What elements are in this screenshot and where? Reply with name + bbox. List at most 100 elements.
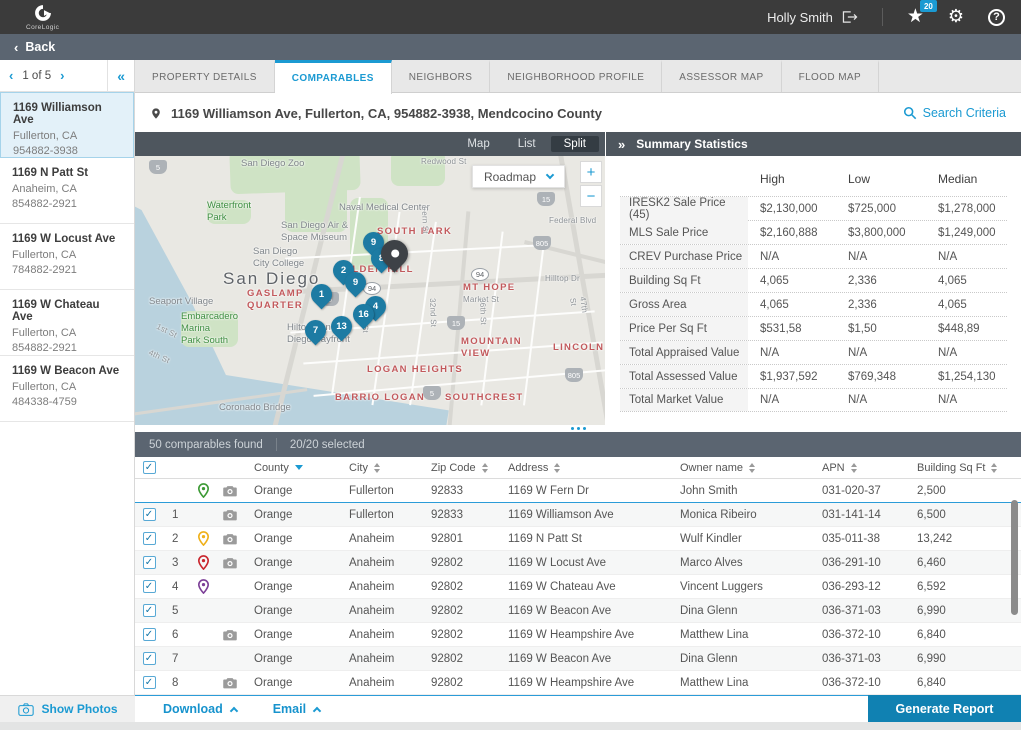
table-row[interactable]: ✓ 5 Orange Anaheim 92802 1169 W Beacon A… [135, 599, 1021, 623]
column-header-zip[interactable]: Zip Code [421, 462, 498, 474]
select-all-checkbox[interactable]: ✓ [143, 461, 156, 474]
table-row[interactable]: ✓ 6 Orange Anaheim 92802 1169 W Heampshi… [135, 623, 1021, 647]
tab[interactable]: NEIGHBORS [392, 60, 491, 92]
column-header-apn[interactable]: APN [812, 462, 907, 474]
summary-row: Total Appraised Value N/A N/A N/A [620, 340, 1007, 364]
row-checkbox[interactable]: ✓ [143, 604, 156, 617]
zoom-out-button[interactable]: − [580, 185, 602, 207]
settings-gear-icon[interactable]: ⚙ [948, 8, 964, 26]
search-criteria-link[interactable]: Search Criteria [903, 106, 1006, 120]
map-pin[interactable]: 7 [301, 316, 331, 346]
table-row[interactable]: ✓ 2 Orange Anaheim 92801 1169 N Patt St … [135, 527, 1021, 551]
map-label: BARRIO LOGAN [335, 392, 425, 404]
column-header-city[interactable]: City [339, 462, 421, 474]
table-row[interactable]: ✓ 3 Orange Anaheim 92802 1169 W Locust A… [135, 551, 1021, 575]
property-list-item[interactable]: 1169 W Chateau Ave Fullerton, CA 854882-… [0, 290, 134, 356]
summary-title: Summary Statistics [636, 137, 747, 151]
row-checkbox[interactable]: ✓ [143, 628, 156, 641]
row-checkbox[interactable]: ✓ [143, 652, 156, 665]
view-toggle-option[interactable]: Map [454, 136, 502, 152]
view-toggle-option[interactable]: Split [551, 136, 599, 152]
view-toggle-option[interactable]: List [505, 136, 549, 152]
property-list-item[interactable]: 1169 W Beacon Ave Fullerton, CA 484338-4… [0, 356, 134, 422]
map-label: 47th St [567, 296, 589, 317]
camera-icon[interactable] [223, 509, 237, 521]
table-row[interactable]: ✓ Orange Fullerton 92833 1169 W Fern Dr … [135, 479, 1021, 503]
cell-county: Orange [244, 557, 339, 569]
tab[interactable]: FLOOD MAP [782, 60, 880, 92]
camera-icon[interactable] [223, 677, 237, 689]
map-label: Waterfront Park [207, 200, 251, 224]
cell-sqft: 6,592 [907, 581, 1021, 593]
property-city: Fullerton, CA [12, 248, 122, 263]
property-zip: 484338-4759 [12, 395, 122, 410]
help-icon[interactable]: ? [988, 9, 1005, 26]
tab[interactable]: NEIGHBORHOOD PROFILE [490, 60, 662, 92]
table-row[interactable]: ✓ 7 Orange Anaheim 92802 1169 W Beacon A… [135, 647, 1021, 671]
row-checkbox[interactable]: ✓ [143, 556, 156, 569]
map-pin[interactable]: 13 [327, 312, 357, 342]
map-pin[interactable]: 9 [341, 268, 371, 298]
column-header-address[interactable]: Address [498, 462, 670, 474]
property-address: 1169 N Patt St [12, 167, 122, 179]
email-button[interactable]: Email [273, 702, 320, 716]
selected-count: 20/20 selected [290, 439, 365, 451]
favorites-button[interactable]: ★ 20 [907, 7, 924, 27]
column-header-county[interactable]: County [244, 462, 339, 474]
camera-icon[interactable] [223, 533, 237, 545]
user-menu[interactable]: Holly Smith [767, 10, 858, 25]
column-header-sqft[interactable]: Building Sq Ft [907, 462, 1021, 474]
column-header-owner[interactable]: Owner name [670, 462, 812, 474]
map-panel: Map List Split [135, 132, 605, 425]
tab[interactable]: ASSESSOR MAP [662, 60, 781, 92]
back-button[interactable]: ‹ Back [14, 40, 55, 54]
row-checkbox[interactable]: ✓ [143, 508, 156, 521]
stat-low: $725,000 [848, 197, 938, 221]
generate-report-button[interactable]: Generate Report [868, 695, 1021, 722]
cell-sqft: 6,990 [907, 605, 1021, 617]
cell-city: Anaheim [339, 677, 421, 689]
stat-median: 4,065 [938, 293, 1007, 316]
property-list-item[interactable]: 1169 W Locust Ave Fullerton, CA 784882-2… [0, 224, 134, 290]
row-checkbox[interactable]: ✓ [143, 532, 156, 545]
table-row[interactable]: ✓ 4 Orange Anaheim 92802 1169 W Chateau … [135, 575, 1021, 599]
table-row[interactable]: ✓ 8 Orange Anaheim 92802 1169 W Heampshi… [135, 671, 1021, 695]
camera-icon[interactable] [223, 557, 237, 569]
collapse-sidebar-button[interactable]: « [107, 60, 134, 91]
camera-icon[interactable] [223, 629, 237, 641]
map-canvas[interactable]: San Diego Zoo Redwood St Waterfront Park… [135, 156, 605, 425]
stat-median: N/A [938, 341, 1007, 364]
results-table-header: ✓ County City Zip Code Address Owner nam… [135, 457, 1021, 479]
tab[interactable]: PROPERTY DETAILS [135, 60, 275, 92]
zoom-in-button[interactable]: + [580, 161, 602, 183]
map-label: Redwood St [421, 157, 467, 167]
sidebar-pagination: ‹ 1 of 5 › « [0, 60, 134, 92]
scrollbar-thumb[interactable] [1011, 500, 1018, 615]
property-list-item[interactable]: 1169 N Patt St Anaheim, CA 854882-2921 [0, 158, 134, 224]
map-label: Fern St [419, 206, 430, 234]
map-pin[interactable]: 1 [307, 280, 337, 310]
tab[interactable]: COMPARABLES [275, 60, 392, 94]
logout-icon[interactable] [842, 10, 858, 24]
stat-median: N/A [938, 245, 1007, 268]
stat-low: $3,800,000 [848, 221, 938, 244]
camera-icon[interactable] [223, 485, 237, 497]
row-checkbox[interactable]: ✓ [143, 580, 156, 593]
download-button[interactable]: Download [163, 702, 237, 716]
row-checkbox[interactable]: ✓ [143, 676, 156, 689]
row-number: 2 [163, 533, 191, 545]
property-header: 1169 Williamson Ave, Fullerton, CA, 9548… [135, 94, 1021, 132]
map-pin[interactable]: 16 [349, 300, 379, 330]
split-resize-handle[interactable] [135, 425, 1021, 432]
stat-median: $1,249,000 [938, 221, 1007, 244]
next-page-button[interactable]: › [51, 68, 73, 83]
collapse-panel-icon[interactable]: » [618, 137, 625, 152]
show-photos-button[interactable]: Show Photos [0, 695, 135, 722]
table-row[interactable]: ✓ 1 Orange Fullerton 92833 1169 Williams… [135, 503, 1021, 527]
map-label: Embarcadero Marina Park South [181, 311, 238, 347]
map-type-dropdown[interactable]: Roadmap [472, 165, 565, 188]
corelogic-logo[interactable]: CoreLogic [26, 3, 59, 31]
map-label: SOUTHCREST [445, 392, 523, 404]
prev-page-button[interactable]: ‹ [0, 68, 22, 83]
property-list-item[interactable]: 1169 Williamson Ave Fullerton, CA 954882… [0, 92, 134, 158]
